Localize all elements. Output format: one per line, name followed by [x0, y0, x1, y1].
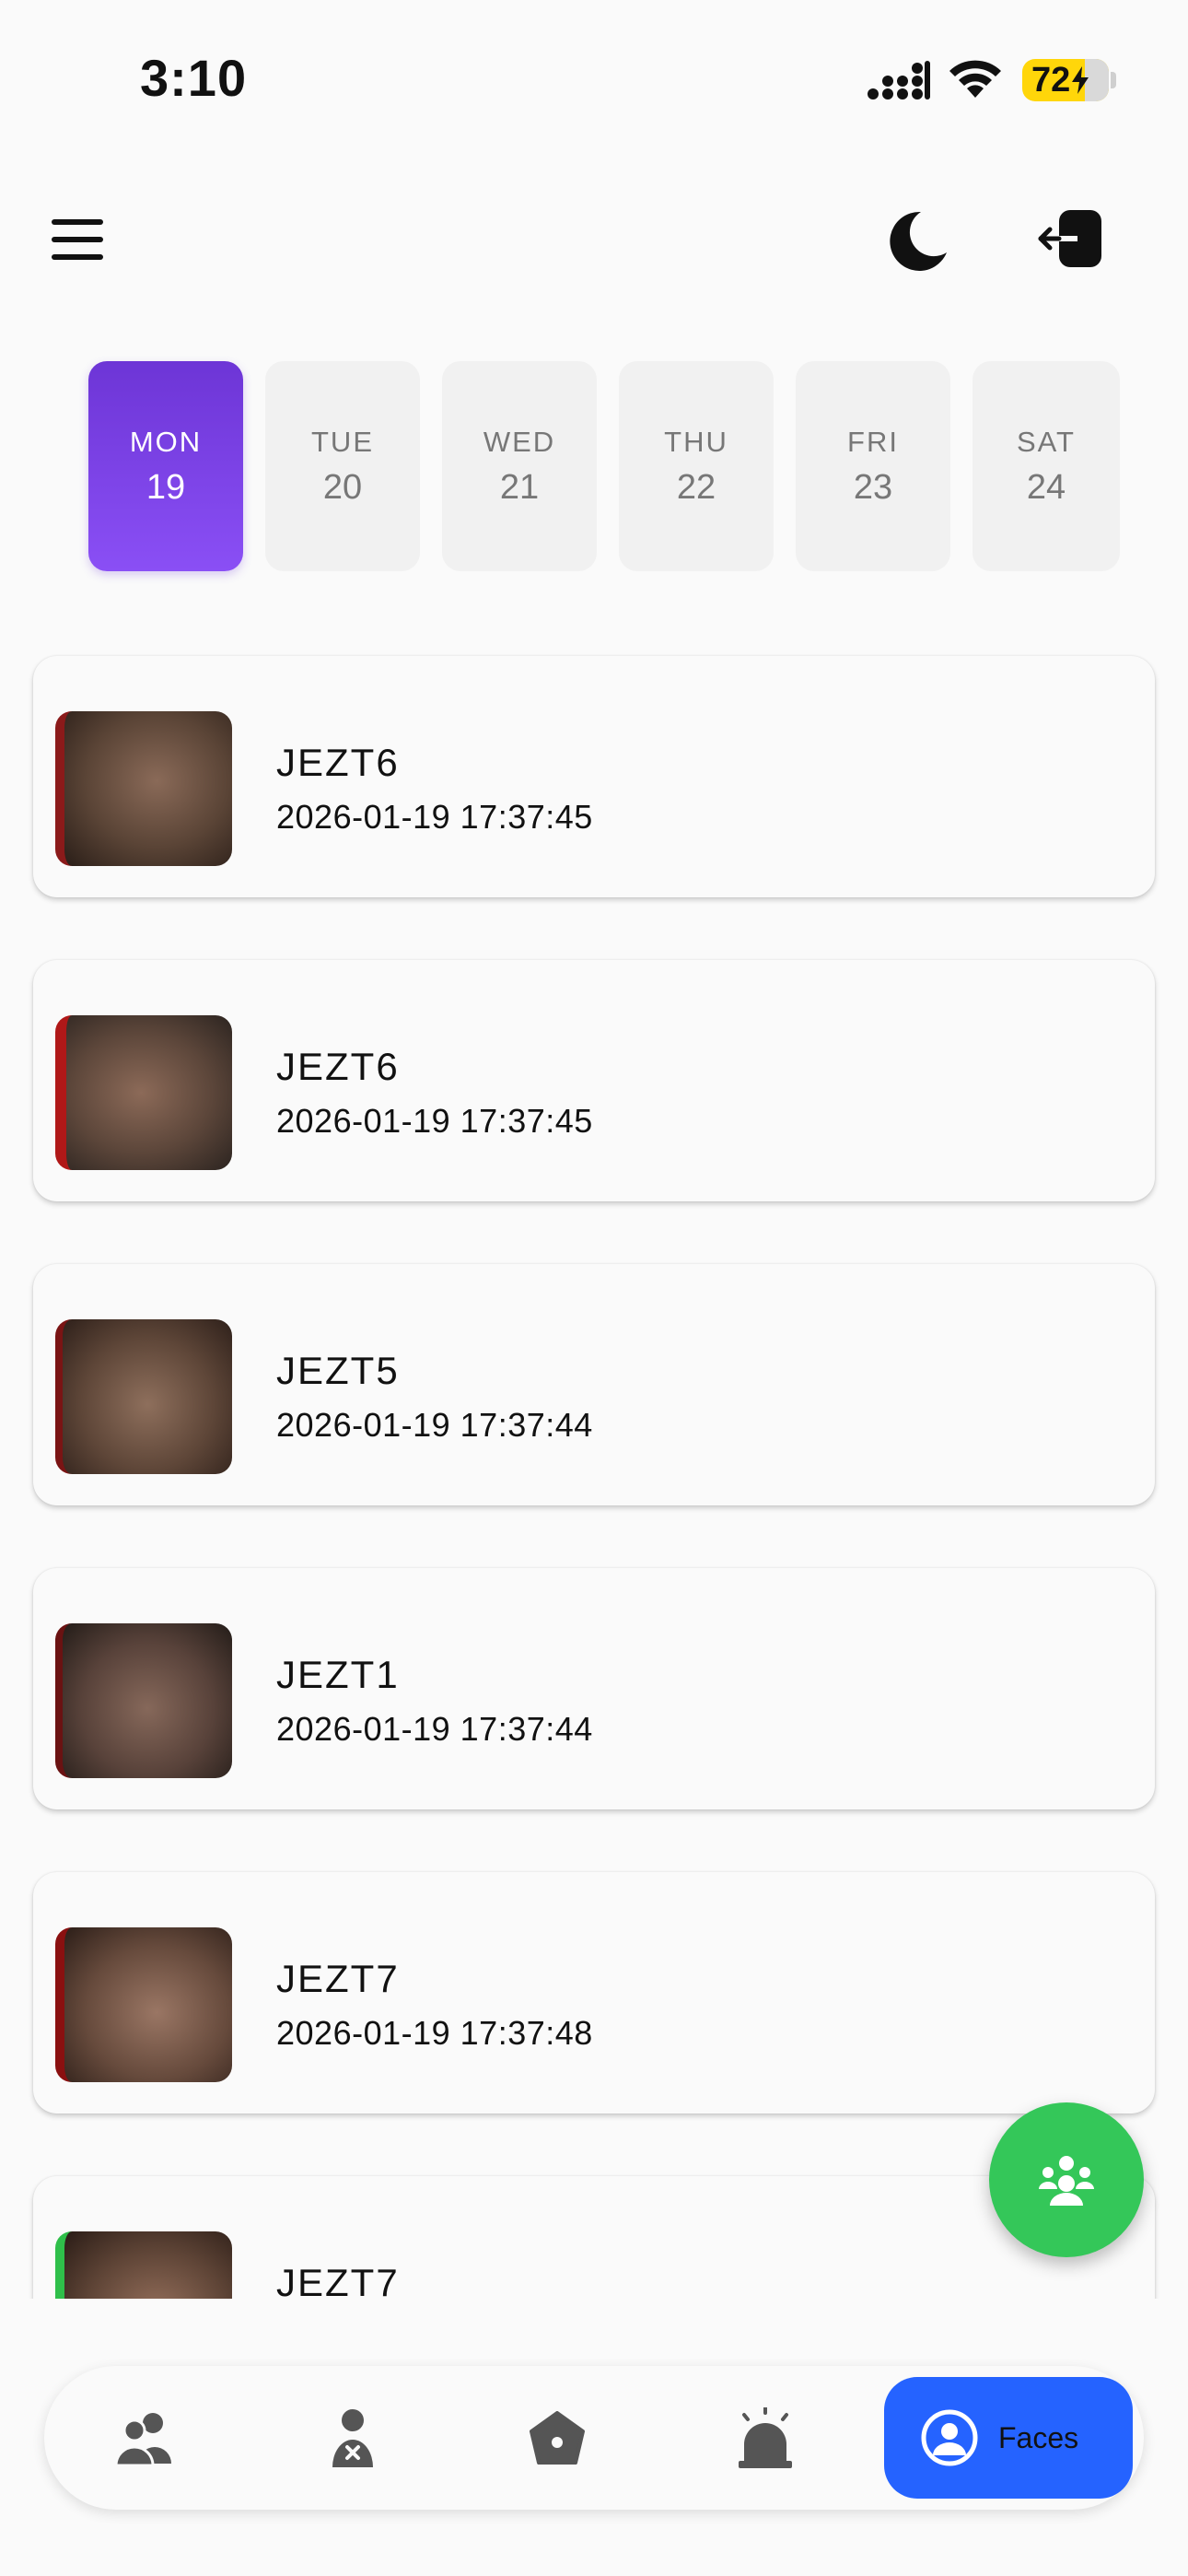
date-chip-mon[interactable]: MON 19: [88, 361, 243, 571]
face-timestamp: 2026-01-19 17:37:44: [276, 1406, 593, 1444]
battery-level: 72: [1031, 60, 1071, 100]
date-weekday: TUE: [311, 425, 374, 458]
status-bar: 3:10 72: [0, 0, 1188, 157]
date-weekday: MON: [129, 425, 203, 458]
nav-faces-label: Faces: [998, 2420, 1079, 2454]
face-thumbnail: [55, 2231, 232, 2299]
date-day: 23: [853, 467, 893, 507]
face-timestamp: 2026-01-19 17:37:45: [276, 798, 593, 836]
face-list-item[interactable]: JEZT7: [33, 2176, 1155, 2299]
date-weekday: WED: [483, 425, 556, 458]
face-thumbnail: [55, 1927, 232, 2082]
date-weekday: THU: [664, 425, 728, 458]
face-timestamp: 2026-01-19 17:37:44: [276, 1710, 593, 1748]
home-icon: [530, 2411, 585, 2465]
date-day: 21: [499, 467, 540, 507]
date-day: 19: [146, 467, 186, 507]
nav-users[interactable]: [76, 2366, 214, 2510]
face-detection-list[interactable]: JEZT6 2026-01-19 17:37:45 JEZT6 2026-01-…: [0, 645, 1188, 2299]
bottom-navigation: Faces: [44, 2366, 1144, 2510]
date-chip-wed[interactable]: WED 21: [442, 361, 597, 571]
user-remove-icon: [332, 2409, 373, 2467]
users-icon: [116, 2413, 171, 2465]
cellular-signal-icon: [868, 61, 930, 100]
face-list-item[interactable]: JEZT6 2026-01-19 17:37:45: [33, 656, 1155, 897]
date-selector: MON 19 TUE 20 WED 21 THU 22 FRI 23 SAT 2…: [88, 361, 1188, 573]
face-id: JEZT7: [276, 1957, 400, 2000]
face-list-item[interactable]: JEZT5 2026-01-19 17:37:44: [33, 1264, 1155, 1505]
nav-alerts[interactable]: [696, 2366, 834, 2510]
date-chip-fri[interactable]: FRI 23: [796, 361, 950, 571]
group-faces-button[interactable]: [989, 2102, 1144, 2257]
nav-home[interactable]: [488, 2366, 626, 2510]
face-thumbnail: [55, 1623, 232, 1778]
date-weekday: FRI: [847, 425, 899, 458]
moon-icon[interactable]: [886, 208, 950, 273]
battery-indicator: 72: [1022, 59, 1109, 101]
face-list-item[interactable]: JEZT6 2026-01-19 17:37:45: [33, 960, 1155, 1201]
nav-unknown-faces[interactable]: [284, 2366, 422, 2510]
date-day: 24: [1026, 467, 1066, 507]
face-id: JEZT5: [276, 1349, 400, 1392]
date-weekday: SAT: [1017, 425, 1076, 458]
face-list-item[interactable]: JEZT1 2026-01-19 17:37:44: [33, 1568, 1155, 1809]
status-time: 3:10: [140, 49, 248, 107]
date-day: 22: [676, 467, 716, 507]
nav-faces[interactable]: Faces: [884, 2377, 1133, 2499]
hamburger-menu-icon[interactable]: [52, 219, 103, 262]
wifi-icon: [949, 60, 1001, 98]
face-id: JEZT1: [276, 1653, 400, 1696]
face-id: JEZT6: [276, 1045, 400, 1088]
face-list-item[interactable]: JEZT7 2026-01-19 17:37:48: [33, 1872, 1155, 2113]
face-thumbnail: [55, 1015, 232, 1170]
alarm-siren-icon: [739, 2407, 792, 2468]
app-screen: 3:10 72 MON 19 TUE 20 WED 21 THU 22 FRI …: [0, 0, 1188, 2576]
charging-bolt-icon: [1072, 66, 1089, 94]
face-id: JEZT6: [276, 741, 400, 784]
face-id: JEZT7: [276, 2261, 400, 2299]
face-timestamp: 2026-01-19 17:37:48: [276, 2014, 593, 2052]
face-timestamp: 2026-01-19 17:37:45: [276, 1102, 593, 1140]
face-thumbnail: [55, 1319, 232, 1474]
date-chip-sat[interactable]: SAT 24: [973, 361, 1120, 571]
date-day: 20: [322, 467, 363, 507]
face-thumbnail: [55, 711, 232, 866]
user-circle-icon: [921, 2409, 978, 2466]
date-chip-thu[interactable]: THU 22: [619, 361, 774, 571]
logout-icon[interactable]: [1037, 206, 1105, 271]
date-chip-tue[interactable]: TUE 20: [265, 361, 420, 571]
group-faces-icon: [1039, 2156, 1094, 2206]
